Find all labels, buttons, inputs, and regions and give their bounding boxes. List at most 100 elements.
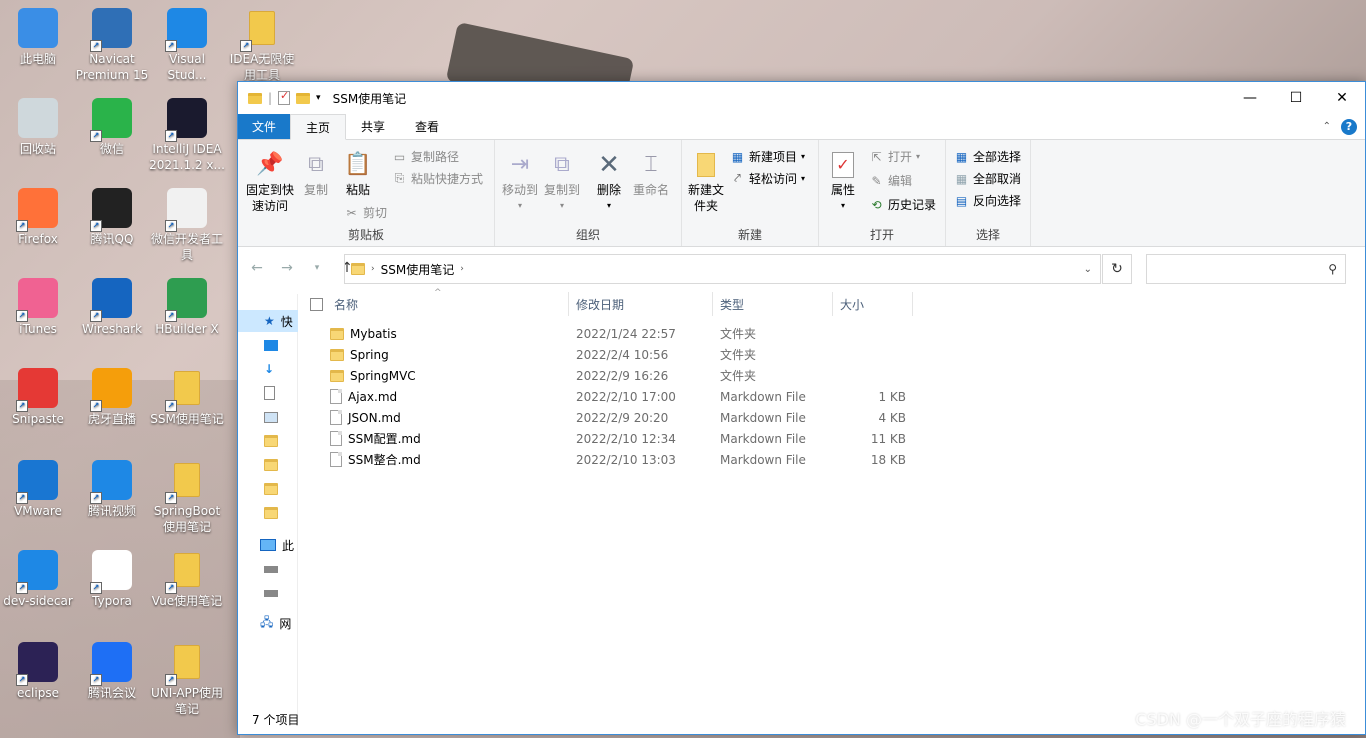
address-bar[interactable]: › SSM使用笔记 › ⌄ bbox=[344, 254, 1101, 284]
desktop-shortcut[interactable]: ↗ dev-sidecar bbox=[0, 550, 76, 609]
help-icon[interactable]: ? bbox=[1341, 118, 1357, 135]
desktop-shortcut[interactable]: ↗ iTunes bbox=[0, 278, 76, 337]
select-all-button[interactable]: ▦ 全部选择 bbox=[954, 148, 1021, 165]
desktop-shortcut[interactable]: ↗ SpringBoot使用笔记 bbox=[149, 460, 225, 535]
desktop-shortcut[interactable]: ↗ Navicat Premium 15 bbox=[74, 8, 150, 83]
file-row[interactable]: Spring 2022/2/4 10:56 文件夹 bbox=[330, 344, 910, 365]
easy-access-button[interactable]: ⤤ 轻松访问 ▾ bbox=[730, 170, 805, 187]
desktop-shortcut[interactable]: 此电脑 bbox=[0, 8, 76, 67]
delete-button[interactable]: ✕ 删除 ▾ bbox=[593, 150, 625, 214]
desktop-shortcut[interactable]: ↗ Visual Stud... bbox=[149, 8, 225, 83]
move-to-button[interactable]: ⇥ 移动到 ▾ bbox=[501, 150, 539, 214]
desktop-shortcut[interactable]: ↗ Firefox bbox=[0, 188, 76, 247]
column-divider[interactable] bbox=[832, 292, 833, 316]
file-row[interactable]: Ajax.md 2022/2/10 17:00 Markdown File 1 KB bbox=[330, 386, 910, 407]
nav-folder[interactable] bbox=[238, 502, 298, 524]
history-button[interactable]: ⟲ 历史记录 bbox=[869, 196, 936, 213]
file-row[interactable]: SSM配置.md 2022/2/10 12:34 Markdown File 11 K… bbox=[330, 428, 910, 449]
desktop-shortcut[interactable]: ↗ Snipaste bbox=[0, 368, 76, 427]
column-header-type[interactable]: 类型 bbox=[720, 290, 830, 318]
copy-to-button[interactable]: ⧉ 复制到 ▾ bbox=[543, 150, 581, 214]
desktop-shortcut[interactable]: ↗ 腾讯视频 bbox=[74, 460, 150, 519]
desktop-shortcut[interactable]: ↗ Vue使用笔记 bbox=[149, 550, 225, 609]
navicat-icon: ↗ bbox=[90, 8, 132, 52]
desktop-shortcut[interactable]: ↗ 腾讯会议 bbox=[74, 642, 150, 701]
open-button[interactable]: ⇱ 打开 ▾ bbox=[869, 148, 920, 165]
desktop-shortcut[interactable]: ↗ VMware bbox=[0, 460, 76, 519]
minimize-button[interactable]: — bbox=[1227, 82, 1273, 114]
desktop-shortcut[interactable]: ↗ 虎牙直播 bbox=[74, 368, 150, 427]
new-folder-quick-icon[interactable] bbox=[296, 92, 311, 104]
search-input[interactable]: ⚲ bbox=[1146, 254, 1346, 284]
desktop-shortcut[interactable]: 回收站 bbox=[0, 98, 76, 157]
edit-button[interactable]: ✎ 编辑 bbox=[869, 172, 912, 189]
column-header-name[interactable]: 名称 ^ bbox=[334, 288, 564, 318]
column-header-date[interactable]: 修改日期 bbox=[576, 290, 716, 318]
picture-icon bbox=[264, 411, 278, 423]
breadcrumb-current[interactable]: SSM使用笔记 bbox=[381, 261, 455, 278]
paste-button[interactable]: 📋 粘贴 bbox=[342, 150, 374, 198]
nav-network[interactable]: 🖧 网 bbox=[238, 612, 298, 634]
column-divider[interactable] bbox=[712, 292, 713, 316]
rename-button[interactable]: ⌶ 重命名 bbox=[631, 150, 671, 198]
column-header-size[interactable]: 大小 bbox=[840, 290, 910, 318]
markdown-file-icon bbox=[330, 410, 342, 425]
nav-drive[interactable] bbox=[238, 582, 298, 604]
customize-dropdown-icon[interactable]: ▾ bbox=[316, 93, 321, 103]
new-folder-button[interactable]: 新建文件夹 bbox=[686, 150, 726, 214]
recent-dropdown-icon[interactable]: ▾ bbox=[306, 263, 328, 273]
desktop-shortcut[interactable]: ↗ Typora bbox=[74, 550, 150, 609]
file-row[interactable]: SpringMVC 2022/2/9 16:26 文件夹 bbox=[330, 365, 910, 386]
file-row[interactable]: Mybatis 2022/1/24 22:57 文件夹 bbox=[330, 323, 910, 344]
breadcrumb-chevron-icon[interactable]: › bbox=[460, 264, 464, 274]
nav-folder[interactable] bbox=[238, 430, 298, 452]
back-arrow-icon[interactable]: ← bbox=[246, 260, 268, 276]
cut-button[interactable]: ✂ 剪切 bbox=[344, 204, 387, 221]
forward-arrow-icon[interactable]: → bbox=[276, 260, 298, 276]
properties-button[interactable]: ✓ 属性 ▾ bbox=[827, 150, 859, 214]
select-all-checkbox[interactable] bbox=[310, 298, 323, 311]
nav-desktop[interactable] bbox=[238, 334, 298, 356]
pin-quick-access-button[interactable]: 📌 固定到快速访问 bbox=[244, 150, 296, 214]
properties-quick-icon[interactable] bbox=[278, 89, 291, 105]
desktop-shortcut[interactable]: ↗ 腾讯QQ bbox=[74, 188, 150, 247]
nav-drive[interactable] bbox=[238, 558, 298, 580]
paste-shortcut-button[interactable]: ⎘ 粘贴快捷方式 bbox=[392, 170, 483, 187]
refresh-button[interactable]: ↻ bbox=[1102, 254, 1132, 284]
nav-folder[interactable] bbox=[238, 454, 298, 476]
desktop-shortcut[interactable]: ↗ 微信开发者工具 bbox=[149, 188, 225, 263]
desktop-shortcut[interactable]: ↗ IDEA无限使用工具 bbox=[224, 8, 300, 83]
maximize-button[interactable]: ☐ bbox=[1273, 82, 1319, 114]
nav-quick-access[interactable]: ★ 快 bbox=[238, 310, 298, 332]
desktop-shortcut[interactable]: ↗ 微信 bbox=[74, 98, 150, 157]
nav-this-pc[interactable]: 此 bbox=[238, 534, 298, 556]
tab-home[interactable]: 主页 bbox=[290, 114, 347, 140]
desktop-shortcut[interactable]: ↗ IntelliJ IDEA 2021.1.2 x... bbox=[149, 98, 225, 173]
desktop-shortcut[interactable]: ↗ SSM使用笔记 bbox=[149, 368, 225, 427]
column-divider[interactable] bbox=[912, 292, 913, 316]
new-item-button[interactable]: ▦ 新建项目 ▾ bbox=[730, 148, 805, 165]
select-none-button[interactable]: ▦ 全部取消 bbox=[954, 170, 1021, 187]
nav-downloads[interactable]: ↓ bbox=[238, 358, 298, 380]
column-divider[interactable] bbox=[568, 292, 569, 316]
desktop-shortcut[interactable]: ↗ UNI-APP使用笔记 bbox=[149, 642, 225, 717]
tab-file[interactable]: 文件 bbox=[238, 114, 291, 139]
desktop-shortcut[interactable]: ↗ HBuilder X bbox=[149, 278, 225, 337]
close-button[interactable]: ✕ bbox=[1319, 82, 1365, 114]
copy-button[interactable]: ⧉ 复制 bbox=[300, 150, 332, 198]
invert-selection-button[interactable]: ▤ 反向选择 bbox=[954, 192, 1021, 209]
dev-sidecar-icon: ↗ bbox=[16, 550, 58, 594]
tab-share[interactable]: 共享 bbox=[346, 114, 400, 139]
nav-pictures[interactable] bbox=[238, 406, 298, 428]
nav-documents[interactable] bbox=[238, 382, 298, 404]
file-row[interactable]: SSM整合.md 2022/2/10 13:03 Markdown File 18 K… bbox=[330, 449, 910, 470]
breadcrumb-chevron-icon[interactable]: › bbox=[371, 264, 375, 274]
desktop-shortcut[interactable]: ↗ Wireshark bbox=[74, 278, 150, 337]
collapse-ribbon-icon[interactable]: ⌃ bbox=[1323, 121, 1331, 132]
nav-folder[interactable] bbox=[238, 478, 298, 500]
desktop-shortcut[interactable]: ↗ eclipse bbox=[0, 642, 76, 701]
address-dropdown-icon[interactable]: ⌄ bbox=[1084, 264, 1092, 275]
file-row[interactable]: JSON.md 2022/2/9 20:20 Markdown File 4 KB bbox=[330, 407, 910, 428]
copy-path-button[interactable]: ▭ 复制路径 bbox=[392, 148, 459, 165]
tab-view[interactable]: 查看 bbox=[400, 114, 454, 139]
